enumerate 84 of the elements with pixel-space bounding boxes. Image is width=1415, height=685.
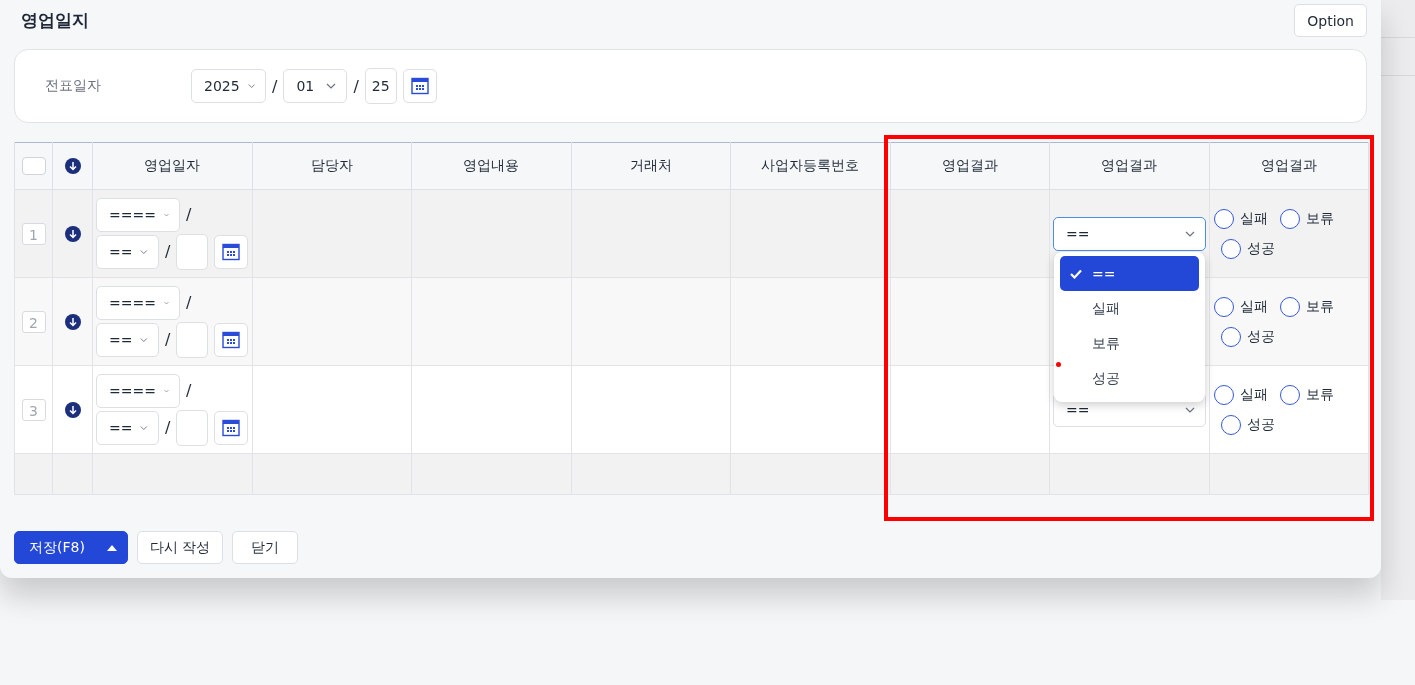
field-label: 전표일자	[45, 77, 102, 95]
column-header: 영업결과	[890, 142, 1050, 190]
marker-dot	[1056, 362, 1061, 367]
chevron-down-icon	[140, 424, 148, 431]
month-select[interactable]: ==	[96, 322, 159, 357]
column-header: 영업내용	[411, 142, 571, 190]
day-field[interactable]	[176, 321, 209, 358]
select-all-checkbox[interactable]	[21, 157, 46, 175]
checkmark-icon	[1070, 268, 1082, 279]
date-separator: /	[186, 293, 192, 312]
column-header: 영업결과	[1209, 142, 1369, 190]
dropdown-option[interactable]: 보류	[1060, 326, 1199, 361]
chevron-down-icon	[163, 387, 169, 394]
rewrite-button[interactable]: 다시 작성	[136, 531, 224, 564]
save-button[interactable]: 저장(F8)	[14, 531, 128, 564]
radio-option[interactable]: 보류	[1279, 384, 1334, 405]
column-header: 영업결과	[1049, 142, 1209, 190]
calendar-icon	[222, 418, 241, 437]
radio-option[interactable]: 성공	[1220, 238, 1275, 259]
month-select[interactable]: ==	[96, 410, 159, 445]
date-separator: /	[165, 418, 171, 437]
radio-option[interactable]: 성공	[1220, 414, 1275, 435]
column-header: 담당자	[252, 142, 412, 190]
radio-button[interactable]	[1279, 208, 1300, 229]
arrow-down-circle-icon	[64, 225, 81, 242]
chevron-down-icon	[163, 211, 169, 218]
dropdown-option[interactable]: ==	[1060, 256, 1199, 291]
calendar-button[interactable]	[402, 69, 437, 103]
calendar-button[interactable]	[214, 410, 249, 445]
dropdown-option[interactable]: 실패	[1060, 291, 1199, 326]
radio-button[interactable]	[1220, 326, 1241, 347]
row-number: 1	[21, 222, 46, 245]
calendar-icon	[410, 77, 429, 95]
calendar-button[interactable]	[214, 322, 249, 357]
year-select[interactable]: 2025	[191, 69, 266, 103]
date-separator: /	[353, 76, 359, 96]
radio-button[interactable]	[1220, 238, 1241, 259]
result-select[interactable]: ==	[1053, 216, 1206, 251]
date-separator: /	[186, 205, 192, 224]
row-number: 3	[21, 398, 46, 421]
arrow-down-circle-icon	[64, 158, 81, 174]
date-separator: /	[165, 330, 171, 349]
day-field[interactable]	[176, 409, 209, 446]
page-title: 영업일지	[20, 9, 89, 32]
chevron-down-icon	[163, 299, 169, 306]
radio-option[interactable]: 성공	[1220, 326, 1275, 347]
chevron-down-icon	[140, 336, 148, 343]
year-select[interactable]: ====	[96, 197, 180, 232]
row-number: 2	[21, 310, 46, 333]
radio-option[interactable]: 보류	[1279, 208, 1334, 229]
calendar-icon	[222, 242, 241, 261]
close-button[interactable]: 닫기	[232, 531, 299, 564]
radio-option[interactable]: 실패	[1213, 208, 1268, 229]
radio-button[interactable]	[1213, 296, 1234, 317]
radio-option[interactable]: 실패	[1213, 384, 1268, 405]
date-separator: /	[272, 76, 278, 96]
chevron-down-icon	[140, 248, 148, 255]
radio-button[interactable]	[1213, 208, 1234, 229]
radio-option[interactable]: 보류	[1279, 296, 1334, 317]
radio-button[interactable]	[1279, 296, 1300, 317]
month-select[interactable]: ==	[96, 234, 159, 269]
year-select[interactable]: ====	[96, 285, 180, 320]
calendar-button[interactable]	[214, 234, 249, 269]
day-field[interactable]: 25	[364, 68, 397, 104]
calendar-icon	[222, 330, 241, 349]
arrow-down-circle-icon	[64, 313, 81, 330]
radio-option[interactable]: 실패	[1213, 296, 1268, 317]
year-select[interactable]: ====	[96, 373, 180, 408]
radio-button[interactable]	[1220, 414, 1241, 435]
caret-up-icon	[106, 544, 117, 551]
radio-button[interactable]	[1213, 384, 1234, 405]
radio-button[interactable]	[1279, 384, 1300, 405]
chevron-down-icon	[1185, 230, 1195, 237]
column-header: 거래처	[571, 142, 731, 190]
day-field[interactable]	[176, 233, 209, 270]
chevron-down-icon	[1185, 406, 1195, 413]
date-separator: /	[165, 242, 171, 261]
chevron-down-icon	[326, 83, 337, 89]
date-separator: /	[186, 381, 192, 400]
arrow-down-circle-icon	[64, 401, 81, 418]
option-button[interactable]: Option	[1294, 4, 1367, 37]
chevron-down-icon	[247, 83, 255, 89]
month-select[interactable]: 01	[283, 69, 348, 103]
column-header: 영업일자	[92, 142, 252, 190]
